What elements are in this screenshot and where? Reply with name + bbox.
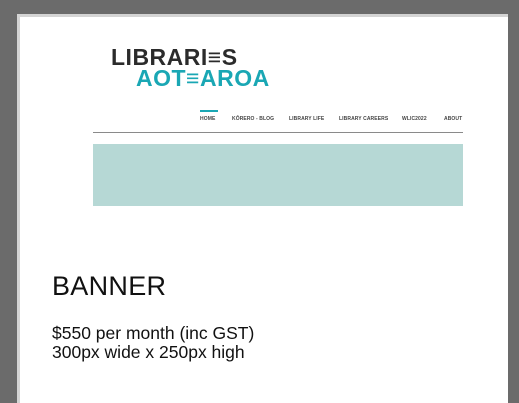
nav-divider [93, 132, 463, 133]
nav-item-about[interactable]: ABOUT [444, 116, 462, 122]
nav-item-home[interactable]: HOME [200, 116, 215, 122]
screen-frame-left [0, 0, 17, 403]
screen-frame-right [508, 0, 519, 403]
site-logo[interactable]: LIBRARI≡S AOT≡AROA [111, 46, 270, 90]
ad-price-text: $550 per month (inc GST) [52, 323, 255, 343]
screen-frame-bevel-left [17, 14, 20, 403]
nav-item-library-careers[interactable]: LIBRARY CAREERS [339, 116, 388, 122]
banner-placement-preview [93, 144, 463, 206]
nav-active-indicator [200, 110, 218, 112]
logo-line-aotearoa: AOT≡AROA [136, 65, 270, 91]
screen-frame-bevel-top [17, 14, 508, 17]
ad-size-text: 300px wide x 250px high [52, 342, 245, 362]
nav-item-library-life[interactable]: LIBRARY LIFE [289, 116, 324, 122]
ad-type-heading: BANNER [52, 271, 167, 301]
nav-item-korero-blog[interactable]: KŌRERO - BLOG [232, 116, 274, 122]
nav-item-wlic2022[interactable]: WLIC2022 [402, 116, 427, 122]
screen-frame-top [0, 0, 519, 14]
